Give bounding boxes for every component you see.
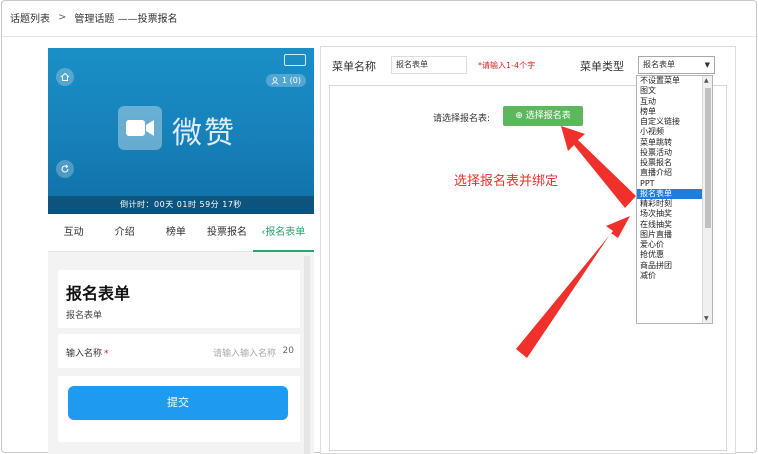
dropdown-option[interactable]: 自定义链接 [637,117,703,127]
breadcrumb-current-link[interactable]: 管理话题 [74,14,114,25]
dropdown-option[interactable]: 小视频 [637,127,703,137]
dropdown-scrollbar[interactable]: ▲ ▼ [702,76,712,323]
submit-area: 提交 [58,376,300,442]
menu-name-hint: *请输入1-4个字 [478,61,536,70]
dropdown-option[interactable]: 互动 [637,97,703,107]
dropdown-option[interactable]: 减价 [637,271,703,281]
dropdown-option[interactable]: 抢优惠 [637,250,703,260]
banner: 1 (0) 微赞 倒计时：00天 01时 59分 17秒 [48,48,314,214]
choose-form-label: 请选择报名表: [433,114,491,124]
annotation-text: 选择报名表并绑定 [454,174,559,189]
brand-logo-text: 微赞 [172,116,236,151]
header-divider [0,36,758,37]
name-field-char-limit: 20 [282,346,294,356]
menu-type-value: 报名表单 [643,60,675,69]
countdown-bar: 倒计时：00天 01时 59分 17秒 [48,196,314,214]
breadcrumb-separator: > [58,12,67,23]
dropdown-option[interactable]: 投票活动 [637,148,703,158]
viewer-counter: 1 (0) [266,74,306,87]
dropdown-option[interactable]: 不设置菜单 [637,76,703,86]
breadcrumb-suffix: ——投票报名 [117,14,178,25]
dropdown-scroll-thumb[interactable] [705,88,711,228]
tab-ranking[interactable]: 榜单 [150,214,201,252]
home-icon[interactable] [56,68,74,86]
dropdown-option[interactable]: 图文 [637,86,703,96]
dropdown-option[interactable]: 在线抽奖 [637,220,703,230]
breadcrumb-root-link[interactable]: 话题列表 [10,10,50,25]
required-marker: * [104,349,109,359]
menu-name-input[interactable]: 报名表单 [391,56,467,74]
breadcrumb-current: 管理话题 ——投票报名 [74,10,177,25]
submit-button[interactable]: 提交 [68,386,288,420]
tab-signup-form-label: 报名表单 [265,226,306,238]
dropdown-option[interactable]: 榜单 [637,107,703,117]
tab-interact[interactable]: 互动 [48,214,99,252]
video-camera-icon [118,106,162,150]
form-subtitle: 报名表单 [66,311,103,321]
menu-name-label: 菜单名称 [332,60,376,73]
dropdown-options: 不设置菜单 图文 互动 榜单 自定义链接 小视频 菜单跳转 投票活动 投票报名 直播介绍 PPT 报名… [637,76,712,281]
dropdown-option[interactable]: PPT [637,179,703,189]
dropdown-option[interactable]: 投票报名 [637,158,703,168]
dropdown-option[interactable]: 场次抽奖 [637,209,703,219]
dropdown-option[interactable]: 爱心价 [637,240,703,250]
name-field-label: 输入名称 * [66,346,109,359]
choose-form-button-label: 选择报名表 [525,111,571,121]
phone-preview: 1 (0) 微赞 倒计时：00天 01时 59分 17秒 互动 介绍 榜单 投票… [48,48,314,454]
caret-down-icon: ▼ [704,61,710,69]
dropdown-option[interactable]: 精彩时刻 [637,199,703,209]
viewer-count: 1 (0) [282,76,301,85]
form-title: 报名表单 [66,284,131,303]
choose-form-button[interactable]: ⊕ 选择报名表 [503,106,583,126]
scroll-down-icon[interactable]: ▼ [704,315,709,322]
scroll-up-icon[interactable]: ▲ [704,77,709,84]
menu-type-label: 菜单类型 [580,60,624,73]
form-header-card: 报名表单 报名表单 [58,270,300,328]
dropdown-option[interactable]: 商品拼团 [637,261,703,271]
phone-scrollbar[interactable] [304,256,310,454]
plus-circle-icon: ⊕ [515,111,523,121]
menu-type-dropdown-list[interactable]: 不设置菜单 图文 互动 榜单 自定义链接 小视频 菜单跳转 投票活动 投票报名 直播介绍 PPT 报名… [636,75,713,324]
name-field-label-text: 输入名称 [66,349,103,359]
name-field-input[interactable]: 请输入输入名称 [213,346,276,359]
dropdown-option[interactable]: 直播介绍 [637,168,703,178]
dropdown-option[interactable]: 图片直播 [637,230,703,240]
menu-type-select[interactable]: 报名表单 ▼ [638,56,715,74]
tab-intro[interactable]: 介绍 [99,214,150,252]
dropdown-option[interactable]: 菜单跳转 [637,138,703,148]
banner-tag [284,54,306,66]
refresh-icon[interactable] [56,160,74,178]
tab-vote-signup[interactable]: 投票报名 [201,214,252,252]
name-field-row: 输入名称 * 请输入输入名称 20 [58,334,300,368]
tab-signup-form[interactable]: ‹报名表单 [252,214,314,252]
user-icon [271,76,279,85]
breadcrumb: 话题列表 > 管理话题 ——投票报名 [10,10,178,25]
phone-tabs: 互动 介绍 榜单 投票报名 ‹报名表单 [48,214,314,252]
dropdown-option[interactable]: 报名表单 [637,188,703,199]
